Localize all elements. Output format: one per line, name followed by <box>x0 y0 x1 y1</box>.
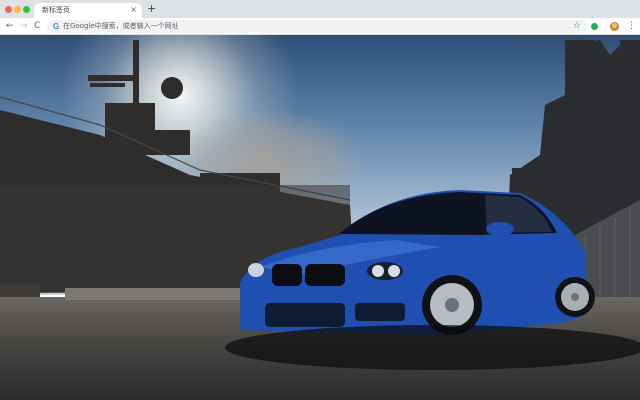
profile-avatar[interactable] <box>610 22 619 31</box>
tab-strip: 新标签页 × + <box>0 0 640 18</box>
close-tab-icon[interactable]: × <box>130 4 137 16</box>
car-shadow <box>225 325 640 370</box>
google-icon: G <box>53 22 60 31</box>
bookmark-star-icon[interactable]: ☆ <box>573 20 581 33</box>
tab-title: 新标签页 <box>42 6 70 14</box>
address-bar-placeholder: 在Google中搜索，或者输入一个网址 <box>63 22 179 30</box>
browser-window: 新标签页 × + ← → C G 在Google中搜索，或者输入一个网址 ☆ ⋮ <box>0 0 640 400</box>
new-tab-button[interactable]: + <box>147 2 156 16</box>
concrete-barrier <box>65 288 240 300</box>
minimize-window-button[interactable] <box>14 6 21 13</box>
forward-button[interactable]: → <box>20 20 28 32</box>
new-tab-page-wallpaper <box>0 35 640 400</box>
browser-menu-icon[interactable]: ⋮ <box>627 20 636 32</box>
reload-button[interactable]: C <box>34 20 40 32</box>
maximize-window-button[interactable] <box>23 6 30 13</box>
back-button[interactable]: ← <box>6 20 14 32</box>
toolbar: ← → C G 在Google中搜索，或者输入一个网址 ☆ ⋮ <box>0 18 640 35</box>
address-bar[interactable]: G 在Google中搜索，或者输入一个网址 ☆ <box>47 20 587 33</box>
tab-new-tab[interactable]: 新标签页 × <box>34 3 142 18</box>
extension-icon[interactable] <box>591 23 598 30</box>
debris <box>0 283 40 297</box>
close-window-button[interactable] <box>5 6 12 13</box>
